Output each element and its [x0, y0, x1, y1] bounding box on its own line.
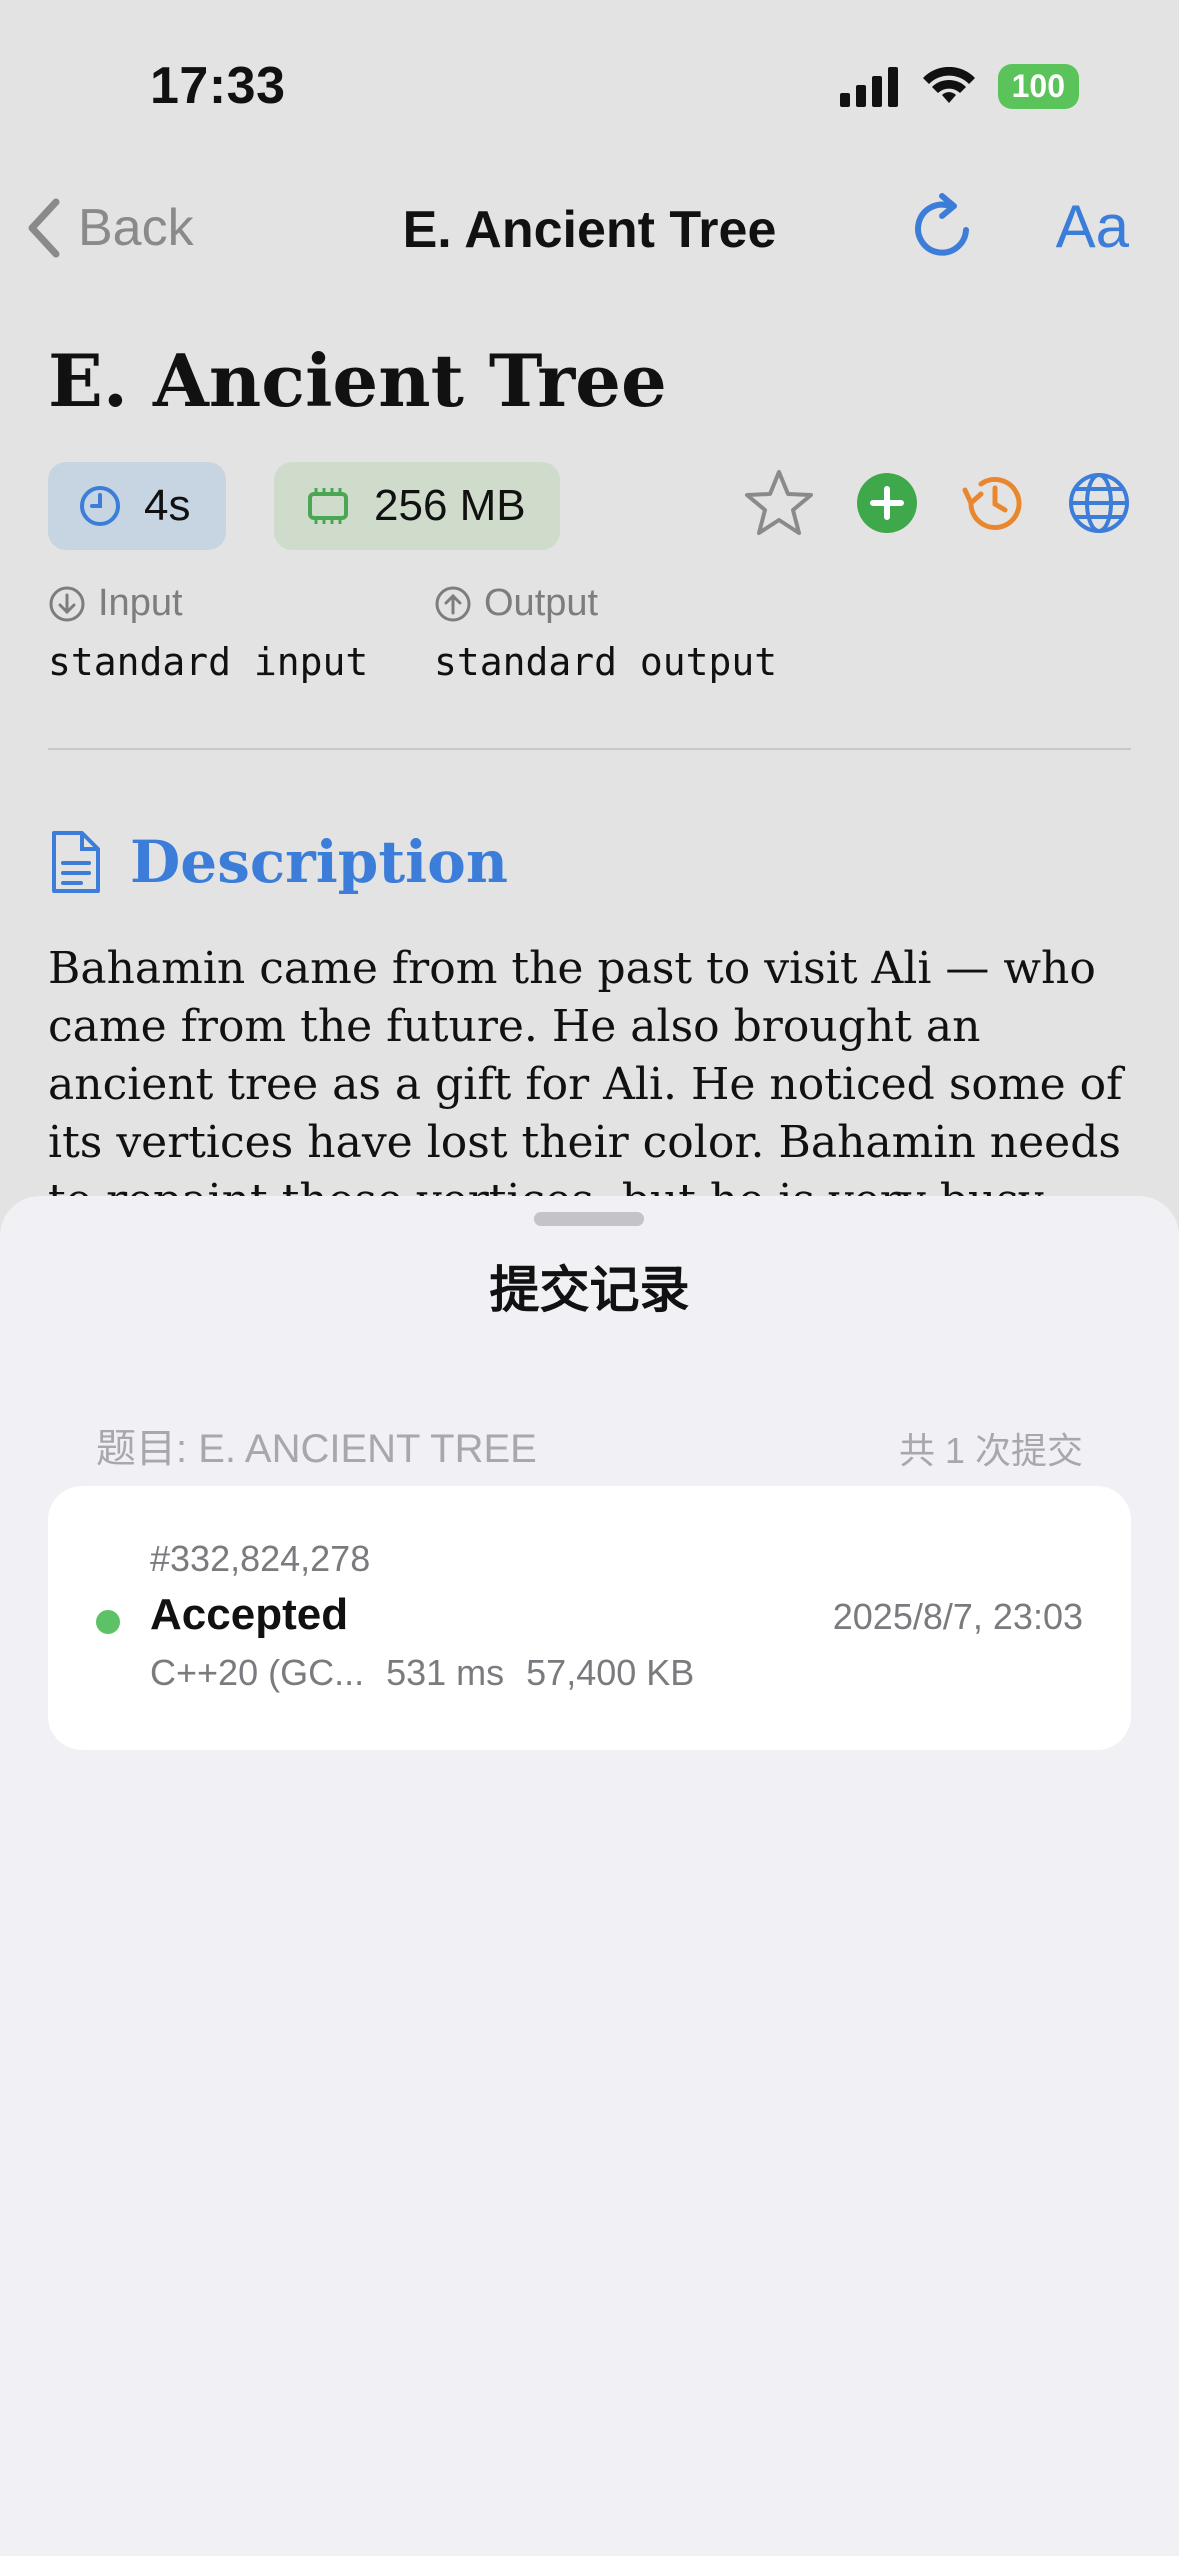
problem-page: 17:33 100 Back E. Ancient Tree Aa E. Anc…: [0, 0, 1179, 1284]
submission-memory: 57,400 KB: [526, 1652, 695, 1693]
memory-limit-value: 256 MB: [374, 481, 526, 530]
sheet-title: 提交记录: [489, 1262, 690, 1318]
submission-time: 531 ms: [386, 1652, 505, 1693]
status-bar: 17:33 100: [0, 0, 1179, 170]
arrow-down-circle-icon: [49, 586, 85, 621]
input-label-text: Input: [98, 582, 183, 624]
description-heading: Description: [48, 828, 508, 896]
arrow-up-circle-icon: [435, 586, 471, 621]
nav-actions: Aa: [910, 190, 1129, 262]
submissions-sheet: 提交记录 题目: E. ANCIENT TREE 共 1 次提交 #332,82…: [0, 1196, 1179, 2556]
output-value: standard output: [434, 640, 778, 684]
memory-chip-icon: [308, 488, 348, 524]
status-time: 17:33: [150, 57, 286, 115]
divider: [48, 748, 1131, 750]
font-size-button[interactable]: Aa: [1056, 192, 1129, 261]
nav-bar: Back E. Ancient Tree Aa: [0, 180, 1179, 280]
problem-actions: [743, 468, 1131, 538]
memory-limit-chip: 256 MB: [274, 462, 560, 550]
output-label-text: Output: [484, 582, 599, 624]
time-limit-value: 4s: [144, 481, 191, 530]
submission-verdict: Accepted: [150, 1590, 349, 1639]
globe-icon[interactable]: [1067, 471, 1131, 535]
output-label: Output: [434, 582, 598, 625]
history-icon[interactable]: [959, 470, 1027, 536]
document-icon: [52, 831, 100, 893]
description-title: Description: [130, 828, 508, 896]
submission-count: 共 1 次提交: [898, 1430, 1083, 1471]
status-icons: 100: [839, 64, 1079, 109]
star-icon[interactable]: [743, 468, 815, 538]
submission-meta: C++20 (GC... 531 ms 57,400 KB: [150, 1652, 694, 1694]
input-label: Input: [48, 582, 183, 625]
section-problem-label: 题目: E. ANCIENT TREE: [96, 1427, 537, 1471]
wifi-icon: [922, 66, 975, 103]
submission-language: C++20 (GC...: [150, 1652, 365, 1693]
clock-icon: [80, 486, 120, 526]
status-dot: [96, 1610, 120, 1634]
time-limit-chip: 4s: [48, 462, 226, 550]
submission-id: #332,824,278: [150, 1538, 371, 1579]
cellular-signal-icon: [839, 66, 898, 107]
input-value: standard input: [48, 640, 369, 684]
problem-title: E. Ancient Tree: [48, 338, 667, 423]
refresh-icon[interactable]: [910, 190, 976, 262]
sheet-grabber[interactable]: [534, 1212, 644, 1226]
submission-row[interactable]: #332,824,278 Accepted 2025/8/7, 23:03 C+…: [48, 1486, 1131, 1750]
submission-datetime: 2025/8/7, 23:03: [832, 1596, 1083, 1637]
battery-indicator: 100: [997, 64, 1079, 109]
add-circle-icon[interactable]: [855, 471, 919, 535]
